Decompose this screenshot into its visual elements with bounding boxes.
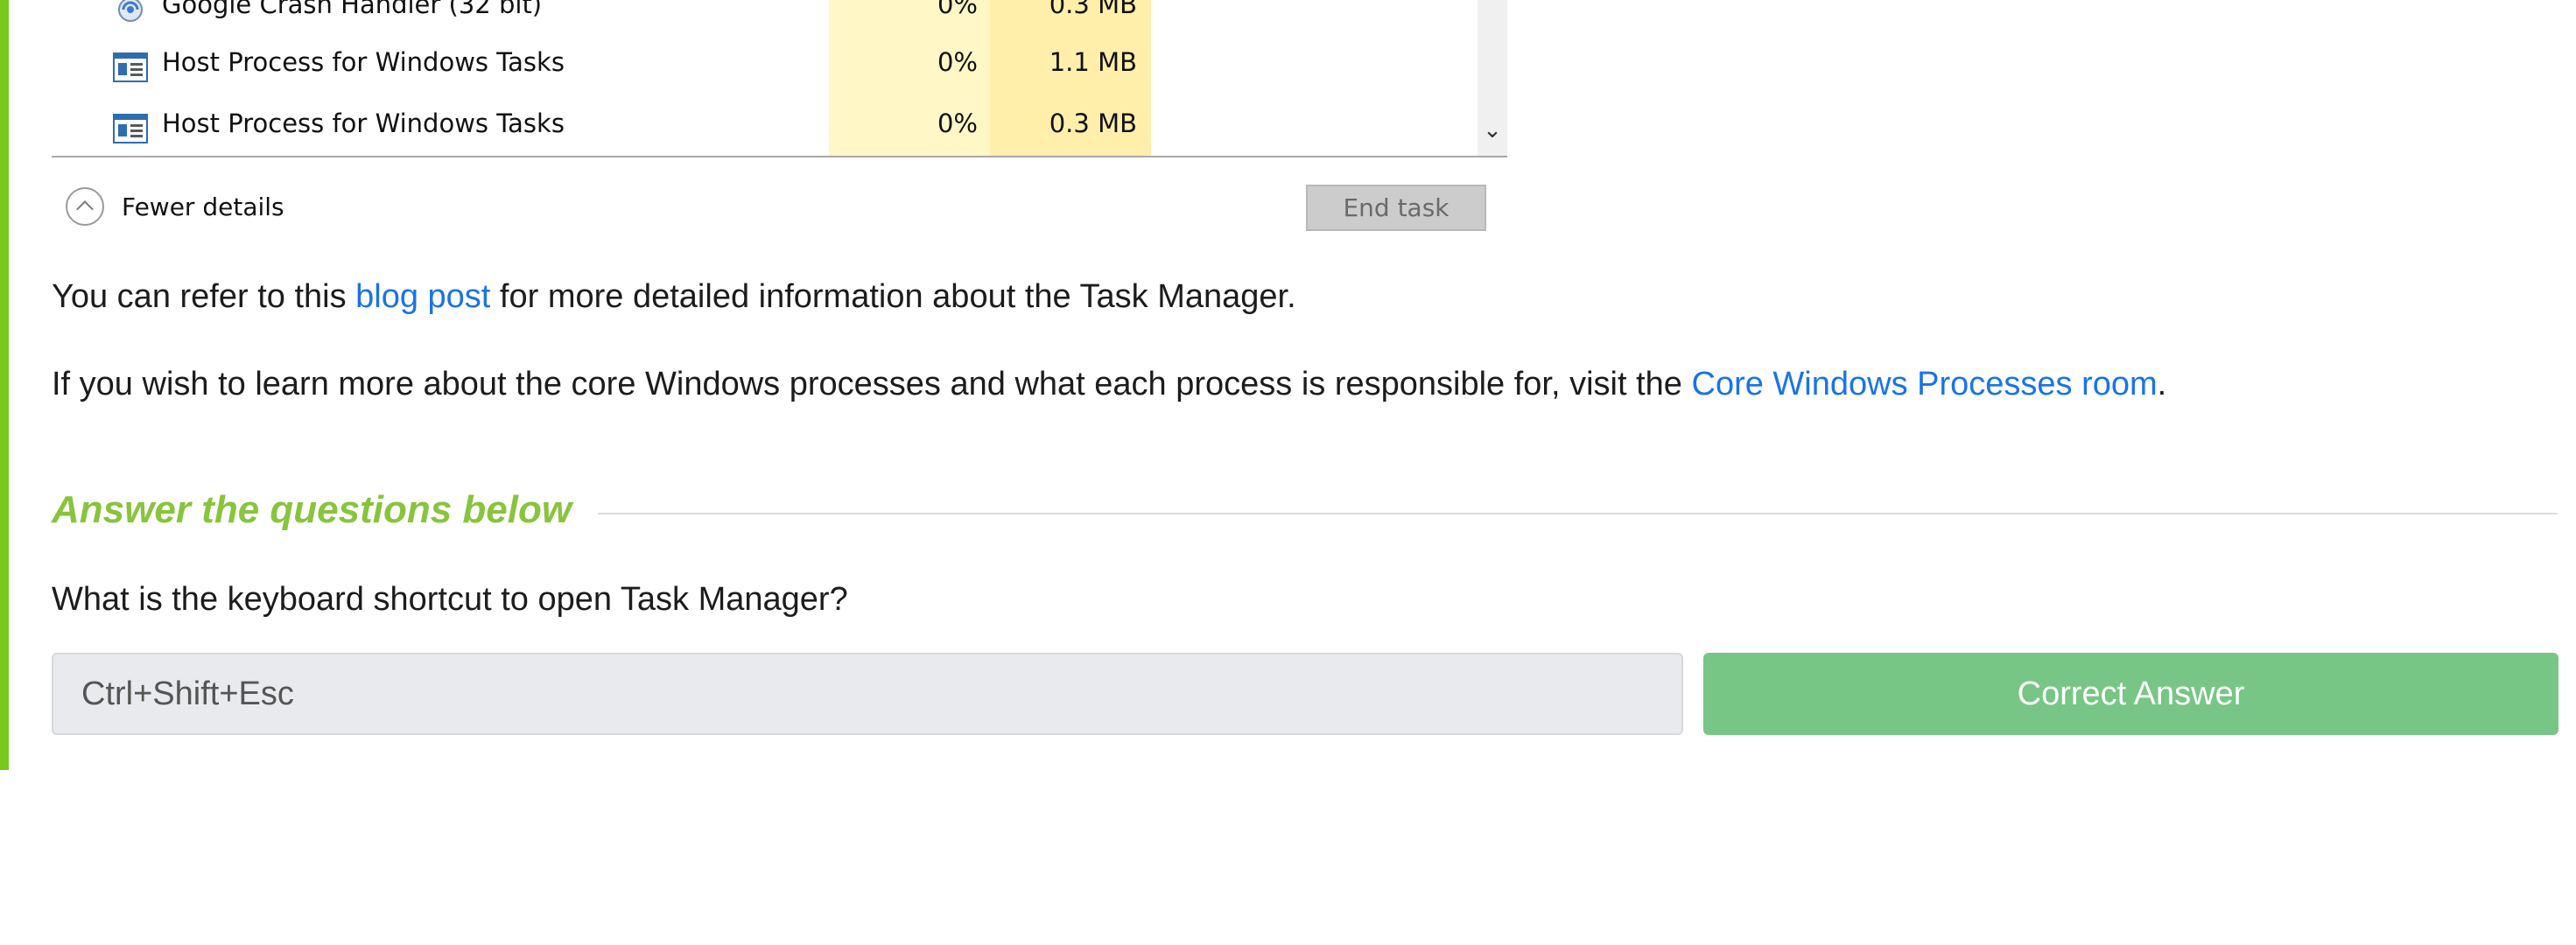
process-name: Host Process for Windows Tasks <box>162 47 565 77</box>
process-cpu: 0% <box>937 0 978 19</box>
process-table: Google Crash Handler (32 bit) 0% 0.3 MB … <box>52 0 1507 156</box>
core-windows-processes-link[interactable]: Core Windows Processes room <box>1692 366 2158 402</box>
paragraph-text: . <box>2157 366 2167 402</box>
fewer-details-toggle: Fewer details <box>66 186 284 228</box>
correct-answer-button[interactable]: Correct Answer <box>1703 653 2558 735</box>
process-memory: 0.3 MB <box>1049 0 1137 19</box>
windows-process-icon <box>113 52 148 82</box>
section-divider <box>598 513 2558 514</box>
paragraph-text: You can refer to this <box>52 278 356 315</box>
blog-post-link[interactable]: blog post <box>355 278 490 315</box>
questions-section-title: Answer the questions below <box>52 488 572 531</box>
chevron-up-icon <box>66 187 104 226</box>
process-memory: 1.1 MB <box>1049 47 1137 77</box>
table-row: Host Process for Windows Tasks 0% 0.3 MB <box>52 98 1507 156</box>
process-name: Host Process for Windows Tasks <box>162 108 565 138</box>
scroll-down-arrow-icon: ⌄ <box>1483 117 1502 144</box>
task-accent-bar <box>0 0 9 770</box>
table-divider <box>52 156 1507 158</box>
google-crash-handler-icon <box>118 0 143 22</box>
paragraph-core-processes: If you wish to learn more about the core… <box>52 366 2166 403</box>
process-memory: 0.3 MB <box>1049 108 1137 138</box>
table-row: Google Crash Handler (32 bit) 0% 0.3 MB <box>52 0 1507 40</box>
end-task-button: End task <box>1306 185 1486 231</box>
process-name: Google Crash Handler (32 bit) <box>162 0 543 19</box>
paragraph-text: for more detailed information about the … <box>490 278 1296 315</box>
paragraph-blog-reference: You can refer to this blog post for more… <box>52 278 1296 316</box>
task-manager-screenshot: Google Crash Handler (32 bit) 0% 0.3 MB … <box>52 0 1507 238</box>
table-row: Host Process for Windows Tasks 0% 1.1 MB <box>52 37 1507 98</box>
process-cpu: 0% <box>937 47 978 77</box>
answer-input[interactable] <box>52 653 1683 735</box>
question-text: What is the keyboard shortcut to open Ta… <box>52 581 848 618</box>
fewer-details-label: Fewer details <box>122 192 284 221</box>
paragraph-text: If you wish to learn more about the core… <box>52 366 1692 402</box>
windows-process-icon <box>113 114 148 144</box>
process-cpu: 0% <box>937 108 978 138</box>
